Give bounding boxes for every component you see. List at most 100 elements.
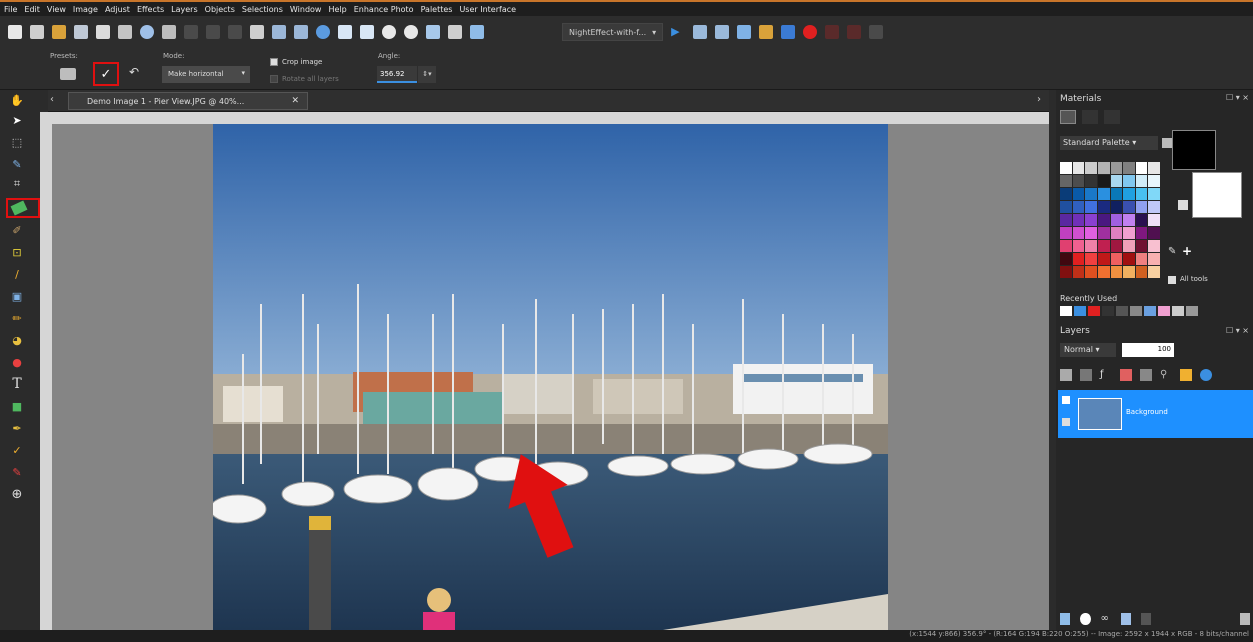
actual-size-icon[interactable] — [360, 25, 374, 39]
rotate-right-icon[interactable] — [294, 25, 308, 39]
menu-palettes[interactable]: Palettes — [421, 5, 453, 14]
link-layers-icon[interactable]: ∞ — [1101, 613, 1111, 625]
copy-icon[interactable] — [250, 25, 264, 39]
swatch-grid[interactable] — [1060, 162, 1160, 282]
zoom-in-icon[interactable] — [404, 25, 418, 39]
foreground-color-swatch[interactable] — [1172, 130, 1216, 170]
run-script-icon[interactable]: ▶ — [671, 25, 685, 39]
pause-icon[interactable] — [825, 25, 840, 39]
batch-icon[interactable] — [737, 25, 752, 39]
record-icon[interactable] — [803, 25, 818, 39]
zoom-out-icon[interactable] — [382, 25, 396, 39]
apply-button[interactable]: ✓ — [93, 62, 119, 86]
redo-icon[interactable] — [206, 25, 220, 39]
angle-input[interactable]: 356.92 — [377, 66, 417, 83]
menu-user-interface[interactable]: User Interface — [459, 5, 516, 14]
fit-window-icon[interactable] — [338, 25, 352, 39]
eraser-icon[interactable]: ✏ — [8, 310, 26, 326]
delete-layer-icon[interactable] — [1141, 613, 1152, 625]
script-icon[interactable] — [693, 25, 708, 39]
menu-layers[interactable]: Layers — [171, 5, 197, 14]
visibility-icon[interactable] — [1200, 369, 1212, 381]
straighten-tool[interactable] — [6, 198, 40, 218]
palette-select[interactable]: Standard Palette ▾ — [1060, 136, 1158, 150]
add-tool-icon[interactable]: ⊕ — [8, 486, 26, 502]
menu-edit[interactable]: Edit — [24, 5, 40, 14]
photo-image[interactable] — [213, 124, 888, 630]
menu-objects[interactable]: Objects — [205, 5, 235, 14]
swap-colors-icon[interactable] — [1178, 200, 1188, 210]
stop-script-icon[interactable] — [781, 25, 796, 39]
crop-tool-icon[interactable]: ⌗ — [8, 176, 26, 192]
clone-tool-icon[interactable]: ⊡ — [8, 244, 26, 260]
new-file-icon[interactable] — [8, 25, 22, 39]
paint-brush-icon[interactable]: / — [8, 266, 26, 282]
menu-view[interactable]: View — [47, 5, 66, 14]
smudge-tool-icon[interactable]: ● — [8, 354, 26, 370]
add-swatch-icon[interactable]: + — [1182, 244, 1194, 258]
cut-icon[interactable] — [228, 25, 242, 39]
pen-tool-icon[interactable]: ✒ — [8, 420, 26, 436]
link-icon[interactable]: ⚲ — [1160, 369, 1172, 381]
learning-center-icon[interactable] — [448, 25, 462, 39]
edit-script-icon[interactable] — [715, 25, 730, 39]
rotate-left-icon[interactable] — [272, 25, 286, 39]
reset-icon[interactable]: ↶ — [126, 65, 142, 81]
menu-help[interactable]: Help — [328, 5, 346, 14]
script-folder-icon[interactable] — [759, 25, 774, 39]
adjustment-layer-icon[interactable] — [1120, 369, 1132, 381]
new-raster-layer-icon[interactable] — [1060, 613, 1071, 625]
cancel-record-icon[interactable] — [847, 25, 862, 39]
opacity-input[interactable]: 100 — [1122, 343, 1174, 357]
text-tool-icon[interactable]: T — [8, 376, 26, 392]
screen-capture-icon[interactable] — [470, 25, 484, 39]
open-folder-icon[interactable] — [52, 25, 66, 39]
scroll-right-icon[interactable]: › — [1037, 94, 1041, 105]
pick-tool-icon[interactable]: ➤ — [8, 112, 26, 128]
undo-icon[interactable] — [184, 25, 198, 39]
menu-file[interactable]: File — [4, 5, 17, 14]
presets-icon[interactable] — [60, 68, 76, 80]
all-tools-checkbox[interactable] — [1168, 276, 1176, 284]
fx-icon[interactable]: ƒ — [1100, 369, 1112, 381]
swatches-icon[interactable] — [1082, 110, 1098, 124]
menu-adjust[interactable]: Adjust — [105, 5, 130, 14]
scroll-left-icon[interactable]: ‹ — [50, 94, 54, 105]
share-icon[interactable] — [140, 25, 154, 39]
save-as-icon[interactable] — [118, 25, 132, 39]
menu-window[interactable]: Window — [290, 5, 322, 14]
color-changer-icon[interactable]: ▣ — [8, 288, 26, 304]
panel-controls-icon[interactable]: ☐ ▾ ⨯ — [1226, 93, 1249, 102]
blend-mode-select[interactable]: Normal ▾ — [1060, 343, 1116, 357]
script-select[interactable]: NightEffect-with-f... ▾ — [562, 23, 664, 41]
save-icon[interactable] — [96, 25, 110, 39]
angle-spinner[interactable]: ⇕▾ — [418, 66, 436, 83]
recently-used-swatches[interactable] — [1060, 306, 1220, 316]
pan-tool-icon[interactable]: ✋ — [8, 92, 26, 108]
crop-image-checkbox[interactable] — [270, 58, 278, 66]
frame-icon[interactable] — [1060, 110, 1076, 124]
layer-visibility-icon[interactable] — [1062, 396, 1070, 404]
menu-image[interactable]: Image — [73, 5, 98, 14]
menu-enhance-photo[interactable]: Enhance Photo — [354, 5, 414, 14]
palette-options-icon[interactable] — [1162, 138, 1172, 148]
makeover-tool-icon[interactable]: ✐ — [8, 222, 26, 238]
layer-properties-icon[interactable] — [1239, 613, 1251, 625]
mixer-icon[interactable] — [1104, 110, 1120, 124]
save-record-icon[interactable] — [869, 25, 884, 39]
mode-select[interactable]: Make horizontal ▾ — [162, 66, 250, 83]
shape-tool-icon[interactable]: ■ — [8, 398, 26, 414]
close-icon[interactable]: ✕ — [291, 96, 299, 106]
menu-selections[interactable]: Selections — [242, 5, 283, 14]
fill-tool-icon[interactable]: ◕ — [8, 332, 26, 348]
new-mask-icon[interactable] — [1080, 613, 1091, 625]
dodge-tool-icon[interactable]: ✎ — [8, 464, 26, 480]
background-color-swatch[interactable] — [1192, 172, 1242, 218]
print-icon[interactable] — [162, 25, 176, 39]
document-tab[interactable]: Demo Image 1 - Pier View.JPG @ 40%... ✕ — [68, 92, 308, 110]
browse-icon[interactable] — [74, 25, 88, 39]
dropper-tool-icon[interactable]: ✎ — [8, 156, 26, 172]
mask-icon[interactable] — [1140, 369, 1152, 381]
menu-effects[interactable]: Effects — [137, 5, 164, 14]
layers-panel-controls-icon[interactable]: ☐ ▾ ⨯ — [1226, 326, 1249, 335]
